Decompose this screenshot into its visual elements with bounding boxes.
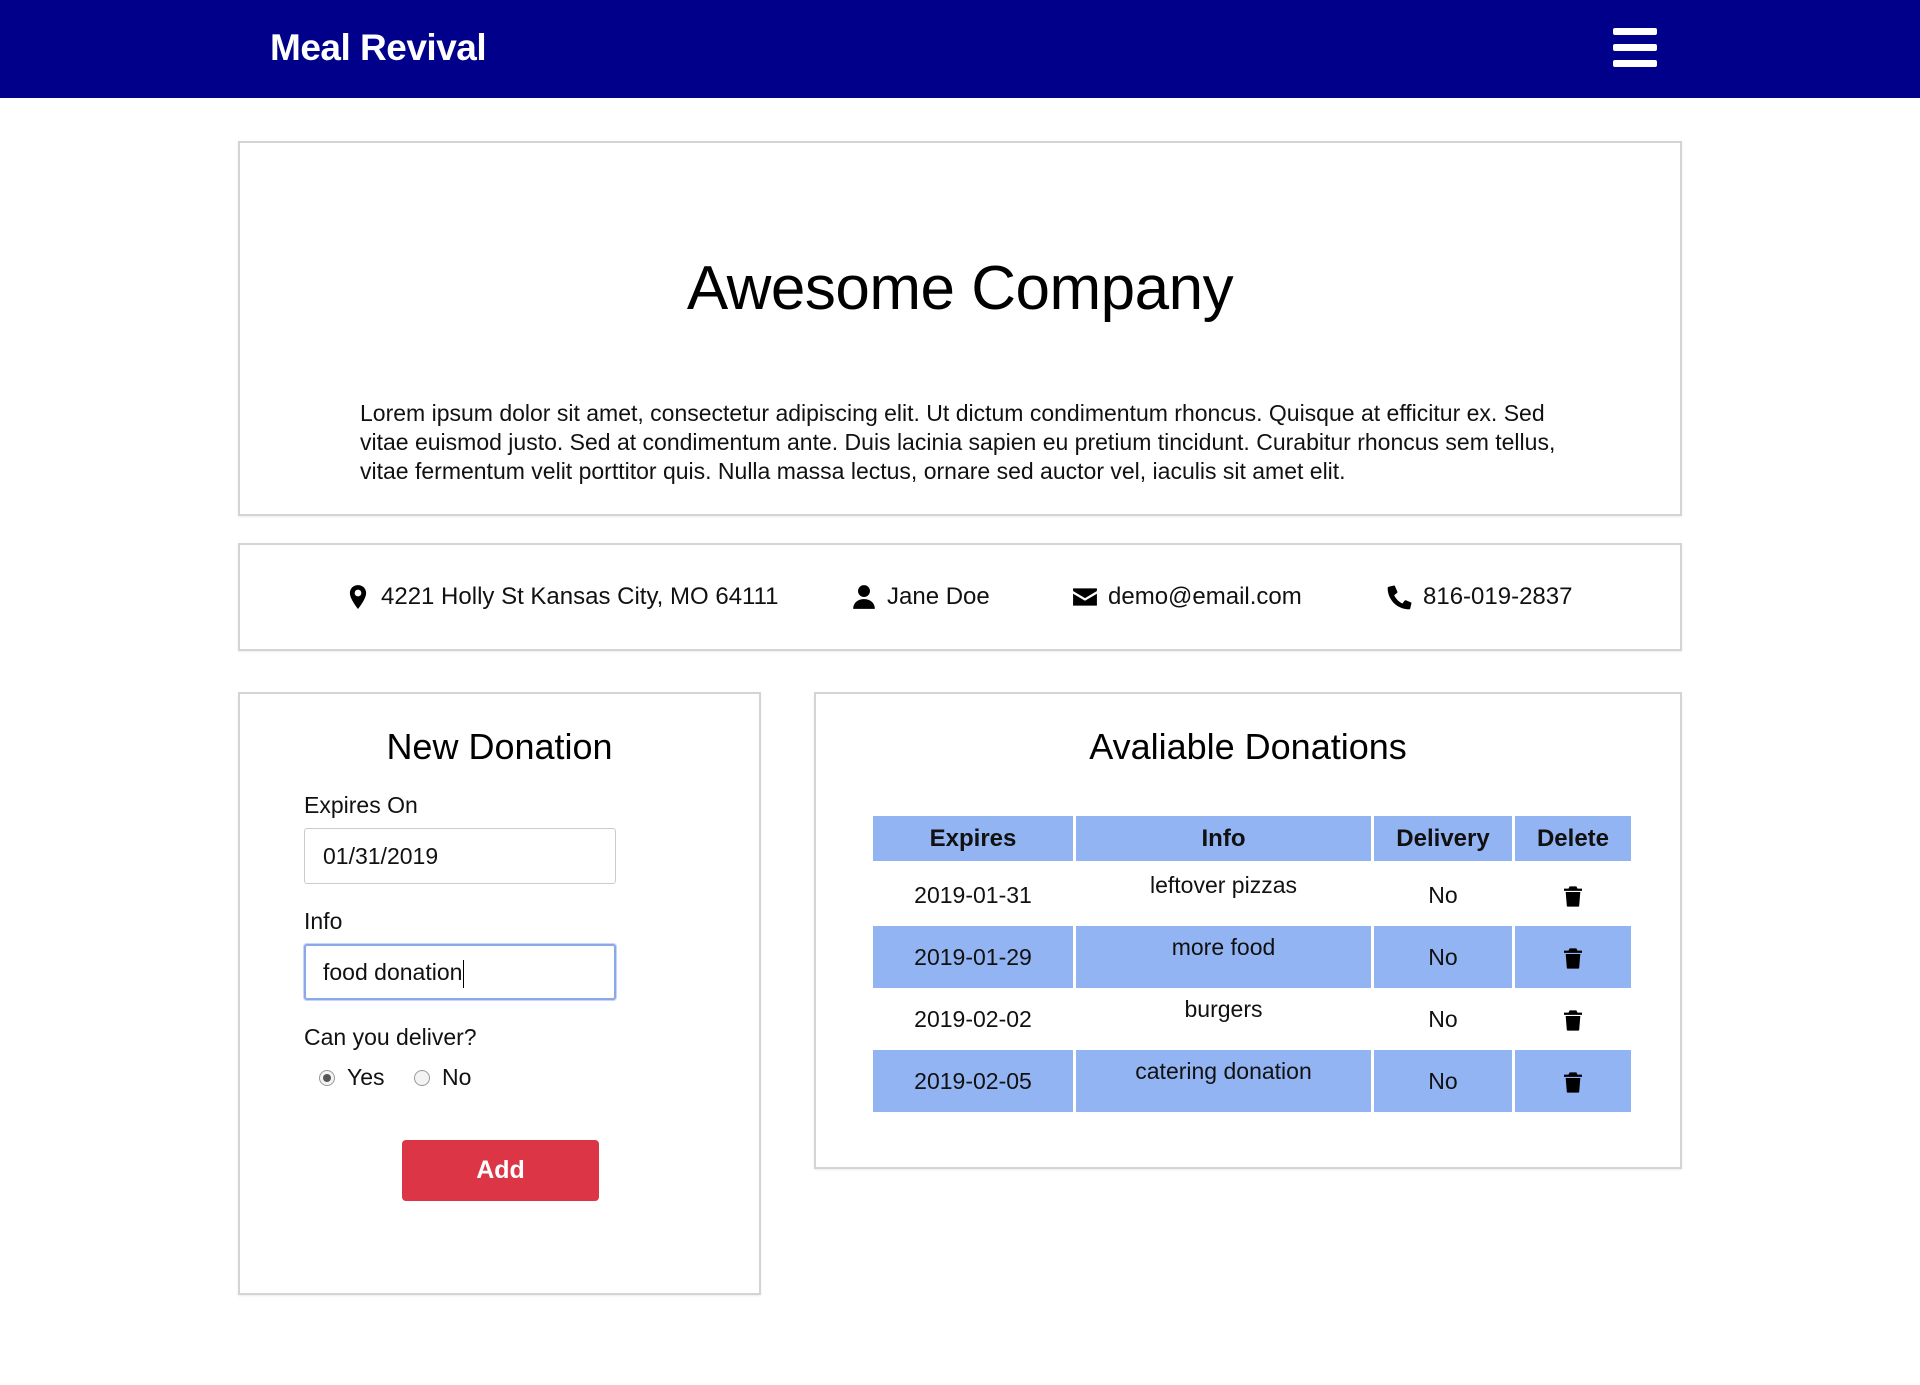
contact-phone: 816-019-2837 xyxy=(1387,583,1572,611)
trash-icon[interactable] xyxy=(1564,1010,1582,1031)
table-row: 2019-01-31 leftover pizzas No xyxy=(873,864,1631,926)
info-input[interactable]: food donation xyxy=(304,944,616,1000)
expires-date-input[interactable]: 01/31/2019 xyxy=(304,828,616,884)
available-donations-card: Avaliable Donations Expires Info Deliver… xyxy=(814,692,1682,1169)
table-row: 2019-01-29 more food No xyxy=(873,926,1631,988)
header-expires[interactable]: Expires xyxy=(873,816,1073,864)
deliver-yes-option[interactable]: Yes xyxy=(319,1064,385,1091)
contact-card: 4221 Holly St Kansas City, MO 64111 Jane… xyxy=(238,543,1682,651)
hamburger-menu-icon[interactable] xyxy=(1613,28,1657,68)
available-donations-title: Avaliable Donations xyxy=(1089,726,1407,767)
cell-delivery: No xyxy=(1374,926,1512,988)
contact-person: Jane Doe xyxy=(851,583,990,611)
table-row: 2019-02-05 catering donation No xyxy=(873,1050,1631,1112)
cell-delivery: No xyxy=(1428,881,1458,908)
cell-delivery: No xyxy=(1374,1050,1512,1112)
brand-title[interactable]: Meal Revival xyxy=(270,27,487,69)
info-label: Info xyxy=(304,908,343,934)
deliver-yes-radio[interactable] xyxy=(319,1069,335,1086)
company-name: Awesome Company xyxy=(686,254,1234,323)
delete-button[interactable] xyxy=(1515,864,1631,926)
new-donation-title: New Donation xyxy=(386,726,613,767)
navbar: Meal Revival xyxy=(0,0,1920,98)
cell-info: leftover pizzas xyxy=(1149,872,1297,898)
trash-icon[interactable] xyxy=(1564,948,1582,969)
deliver-label: Can you deliver? xyxy=(304,1024,477,1050)
cell-expires: 2019-02-02 xyxy=(914,1005,1032,1032)
delete-button[interactable] xyxy=(1515,1050,1631,1112)
company-card: Awesome Company Lorem ipsum dolor sit am… xyxy=(238,141,1682,516)
new-donation-card: New Donation Expires On 01/31/2019 Info … xyxy=(238,692,761,1295)
delete-button[interactable] xyxy=(1515,988,1631,1050)
map-marker-icon xyxy=(349,585,367,609)
header-delivery[interactable]: Delivery xyxy=(1374,816,1512,864)
cell-info: catering donation xyxy=(1076,1050,1371,1112)
contact-address: 4221 Holly St Kansas City, MO 64111 xyxy=(345,583,779,611)
cell-info: burgers xyxy=(1184,996,1263,1022)
expires-label: Expires On xyxy=(304,792,418,818)
contact-email: demo@email.com xyxy=(1072,583,1302,611)
trash-icon[interactable] xyxy=(1564,1072,1582,1093)
donations-table: Expires Info Delivery Delete 2019-01-31 … xyxy=(870,816,1634,1112)
address-text: 4221 Holly St Kansas City, MO 64111 xyxy=(381,583,779,610)
table-header-row: Expires Info Delivery Delete xyxy=(873,816,1631,864)
header-delete[interactable]: Delete xyxy=(1515,816,1631,864)
cell-expires: 2019-02-05 xyxy=(873,1050,1073,1112)
user-icon xyxy=(853,585,875,609)
email-text[interactable]: demo@email.com xyxy=(1108,583,1302,611)
person-name: Jane Doe xyxy=(887,583,990,610)
envelope-icon xyxy=(1073,588,1097,606)
phone-text[interactable]: 816-019-2837 xyxy=(1423,583,1572,611)
cell-expires: 2019-01-31 xyxy=(914,881,1032,908)
trash-icon[interactable] xyxy=(1564,886,1582,907)
info-value: food donation xyxy=(323,959,463,985)
cell-info: more food xyxy=(1076,926,1371,988)
cell-delivery: No xyxy=(1428,1005,1458,1032)
deliver-yes-label[interactable]: Yes xyxy=(347,1064,385,1091)
delete-button[interactable] xyxy=(1515,926,1631,988)
deliver-no-label[interactable]: No xyxy=(442,1064,471,1091)
table-row: 2019-02-02 burgers No xyxy=(873,988,1631,1050)
cell-expires: 2019-01-29 xyxy=(873,926,1073,988)
deliver-no-radio[interactable] xyxy=(414,1069,430,1086)
company-description: Lorem ipsum dolor sit amet, consectetur … xyxy=(360,400,1556,484)
header-info[interactable]: Info xyxy=(1076,816,1371,864)
deliver-no-option[interactable]: No xyxy=(414,1064,471,1091)
text-caret xyxy=(463,959,465,988)
add-button[interactable]: Add xyxy=(402,1140,599,1201)
phone-icon xyxy=(1387,585,1412,610)
expires-value: 01/31/2019 xyxy=(323,843,439,869)
